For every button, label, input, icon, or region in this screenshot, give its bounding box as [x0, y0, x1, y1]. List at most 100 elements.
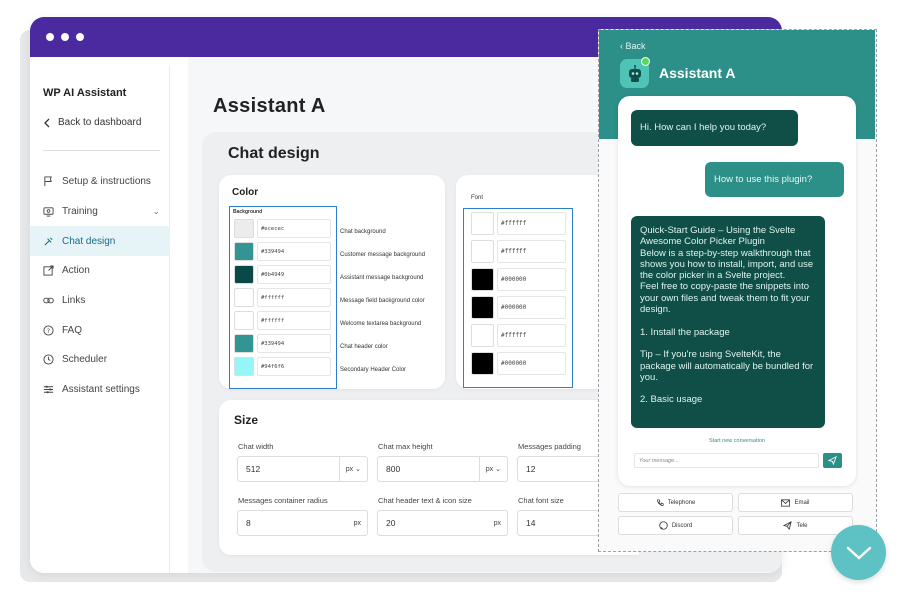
unit-label: px — [485, 465, 494, 473]
chat-toggle-button[interactable] — [831, 525, 886, 580]
clock-icon — [43, 354, 54, 366]
sidebar-item-action[interactable]: Action — [30, 256, 170, 286]
chat-width-field[interactable]: 512 px ⌄ — [237, 456, 368, 482]
sidebar: WP AI Assistant Back to dashboard Setup … — [30, 57, 188, 573]
assistant-message: Quick-Start Guide – Using the Svelte Awe… — [631, 216, 825, 428]
sidebar-item-label: Action — [62, 265, 90, 277]
color-swatch[interactable] — [471, 296, 494, 319]
color-swatch[interactable] — [234, 334, 254, 353]
hex-input[interactable]: #94f6f6 — [257, 357, 331, 376]
font-color-row: #000000 — [471, 268, 569, 291]
hex-input[interactable]: #ffffff — [257, 288, 331, 307]
hex-input[interactable]: #0b4949 — [257, 265, 331, 284]
sidebar-item-label: Chat design — [62, 235, 116, 247]
unit-select[interactable]: px ⌄ — [338, 457, 367, 481]
hex-input[interactable]: #ffffff — [497, 324, 566, 347]
chevron-down-icon — [846, 546, 871, 560]
sidebar-title: WP AI Assistant — [43, 87, 127, 99]
color-swatch[interactable] — [234, 311, 254, 330]
email-button[interactable]: Email — [738, 493, 853, 512]
sidebar-item-scheduler[interactable]: Scheduler — [30, 345, 170, 375]
color-description: Assistant message background — [340, 275, 424, 281]
color-panel: Color Background #ececec #339494 #0b4949 — [219, 175, 445, 389]
telegram-button[interactable]: Tele — [738, 516, 853, 535]
font-panel: Font #ffffff #ffffff #000000 #000000 #ff… — [456, 175, 606, 389]
phone-icon — [656, 498, 664, 506]
hex-input[interactable]: #ffffff — [257, 311, 331, 330]
color-swatch[interactable] — [234, 288, 254, 307]
hex-input[interactable]: #339494 — [257, 242, 331, 261]
unit-label: px — [353, 519, 361, 527]
window-dot — [76, 33, 84, 41]
contact-label: Email — [794, 499, 810, 506]
hex-input[interactable]: #ffffff — [497, 212, 566, 235]
sidebar-item-label: Links — [62, 295, 86, 307]
font-color-row: #000000 — [471, 352, 569, 375]
mail-icon — [781, 498, 791, 507]
chat-back-button[interactable]: ‹ Back — [620, 41, 646, 51]
color-swatch[interactable] — [234, 357, 254, 376]
chevron-down-icon[interactable]: ⌄ — [152, 206, 160, 217]
chevron-left-icon — [44, 118, 50, 127]
sidebar-item-links[interactable]: Links — [30, 286, 170, 316]
chat-max-height-field[interactable]: 800 px ⌄ — [377, 456, 508, 482]
field-label: Chat max height — [378, 442, 433, 451]
color-row: #0b4949 — [234, 265, 332, 284]
color-swatch[interactable] — [471, 352, 494, 375]
hex-input[interactable]: #339494 — [257, 334, 331, 353]
chat-header-size-field[interactable]: 20 px — [377, 510, 508, 536]
field-label: Chat header text & icon size — [378, 496, 472, 505]
send-button[interactable] — [823, 453, 842, 468]
telegram-icon — [783, 521, 793, 530]
hex-input[interactable]: #000000 — [497, 268, 566, 291]
user-message: How to use this plugin? — [705, 162, 844, 197]
color-swatch[interactable] — [471, 324, 494, 347]
sidebar-item-label: FAQ — [62, 324, 83, 336]
color-swatch[interactable] — [234, 242, 254, 261]
sidebar-item-chat-design[interactable]: Chat design — [30, 226, 170, 257]
color-description: Welcome textarea background — [340, 321, 422, 327]
color-description: Chat background — [340, 229, 386, 235]
paint-icon — [44, 237, 53, 246]
field-label: Messages container radius — [238, 496, 328, 505]
field-label: Messages padding — [518, 442, 581, 451]
hex-input[interactable]: #000000 — [497, 352, 566, 375]
back-to-dashboard-link[interactable]: Back to dashboard — [43, 117, 141, 128]
color-row: #ececec — [234, 219, 332, 238]
flag-icon — [44, 176, 52, 187]
window-dot — [61, 33, 69, 41]
contact-label: Discord — [671, 522, 693, 529]
sidebar-item-label: Scheduler — [62, 354, 108, 366]
hex-input[interactable]: #ffffff — [497, 240, 566, 263]
color-swatch[interactable] — [234, 219, 254, 238]
hex-input[interactable]: #ececec — [257, 219, 331, 238]
field-value: 800 — [386, 464, 401, 474]
color-panel-label: Color — [232, 187, 259, 198]
messages-container-radius-field[interactable]: 8 px — [237, 510, 368, 536]
sidebar-nav: Setup & instructions Training ⌄ Chat des… — [30, 167, 170, 405]
color-swatch[interactable] — [471, 240, 494, 263]
sidebar-item-training[interactable]: Training ⌄ — [30, 197, 170, 227]
unit-select[interactable]: px ⌄ — [478, 457, 507, 481]
discord-button[interactable]: Discord — [618, 516, 733, 535]
hex-input[interactable]: #000000 — [497, 296, 566, 319]
start-new-conversation-link[interactable]: Start new conversation — [618, 438, 856, 444]
color-swatch[interactable] — [471, 212, 494, 235]
font-color-row: #000000 — [471, 296, 569, 319]
sidebar-item-faq[interactable]: ? FAQ — [30, 315, 170, 345]
telephone-button[interactable]: Telephone — [618, 493, 733, 512]
color-swatch[interactable] — [471, 268, 494, 291]
assistant-message: Hi. How can I help you today? — [631, 110, 798, 146]
color-row: #339494 — [234, 242, 332, 261]
unit-label: px — [345, 465, 354, 473]
background-color-group: Background #ececec #339494 #0b4949 #ffff… — [229, 206, 337, 389]
color-swatch[interactable] — [234, 265, 254, 284]
chevron-down-icon: ⌄ — [355, 466, 361, 473]
message-input[interactable]: Your message... — [634, 453, 819, 468]
window-dot — [46, 33, 54, 41]
chat-widget-preview: ‹ Back Assistant A Hi. How can I help yo… — [598, 29, 877, 552]
sidebar-item-assistant-settings[interactable]: Assistant settings — [30, 375, 170, 405]
sidebar-item-setup[interactable]: Setup & instructions — [30, 167, 170, 197]
sidebar-divider — [43, 150, 160, 151]
svg-text:?: ? — [47, 327, 50, 335]
